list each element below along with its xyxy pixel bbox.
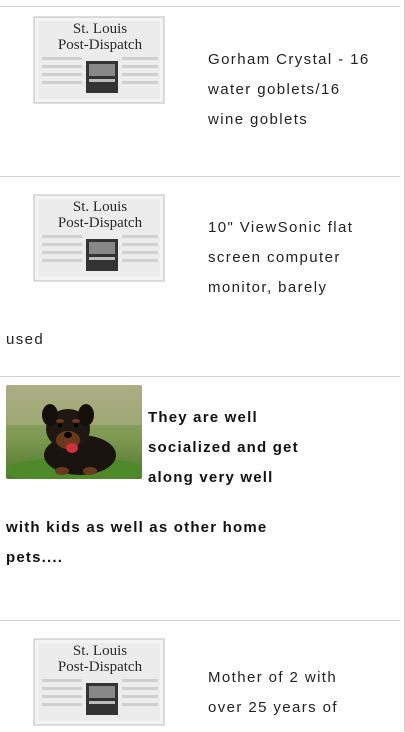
puppy-photo	[6, 385, 142, 479]
newspaper-logo-icon: St. Louis Post-Dispatch	[33, 194, 165, 282]
listing-thumbnail[interactable]: St. Louis Post-Dispatch	[32, 13, 168, 107]
logo-line1: St. Louis	[73, 21, 127, 37]
listing-description[interactable]: They are well socialized and get along v…	[148, 403, 400, 493]
listing-thumbnail[interactable]: St. Louis Post-Dispatch	[32, 635, 168, 729]
listing-thumbnail[interactable]: St. Louis Post-Dispatch	[32, 191, 168, 285]
logo-line2: Post-Dispatch	[58, 215, 143, 231]
newspaper-logo-icon: St. Louis Post-Dispatch	[33, 16, 165, 104]
listing-description[interactable]: 10" ViewSonic flat screen computer monit…	[208, 213, 400, 303]
logo-line2: Post-Dispatch	[58, 37, 143, 53]
listing-description-wrap[interactable]: used	[6, 325, 44, 355]
logo-line1: St. Louis	[73, 643, 127, 659]
listing-description-wrap[interactable]: with kids as well as other home pets....	[6, 513, 267, 573]
list-item[interactable]: They are well socialized and get along v…	[0, 376, 400, 621]
logo-line2: Post-Dispatch	[58, 659, 143, 675]
list-item[interactable]: St. Louis Post-Dispatch Mother of 2 with…	[0, 620, 400, 732]
newspaper-logo-icon: St. Louis Post-Dispatch	[33, 638, 165, 726]
list-item[interactable]: St. Louis Post-Dispatch Gorham Crystal -…	[0, 6, 400, 177]
listing-description[interactable]: Gorham Crystal - 16 water goblets/16 win…	[208, 45, 400, 135]
listing-thumbnail[interactable]	[6, 385, 142, 479]
listing-description[interactable]: Mother of 2 with over 25 years of	[208, 663, 400, 723]
list-item[interactable]: St. Louis Post-Dispatch 10" ViewSonic fl…	[0, 176, 400, 377]
logo-line1: St. Louis	[73, 199, 127, 215]
